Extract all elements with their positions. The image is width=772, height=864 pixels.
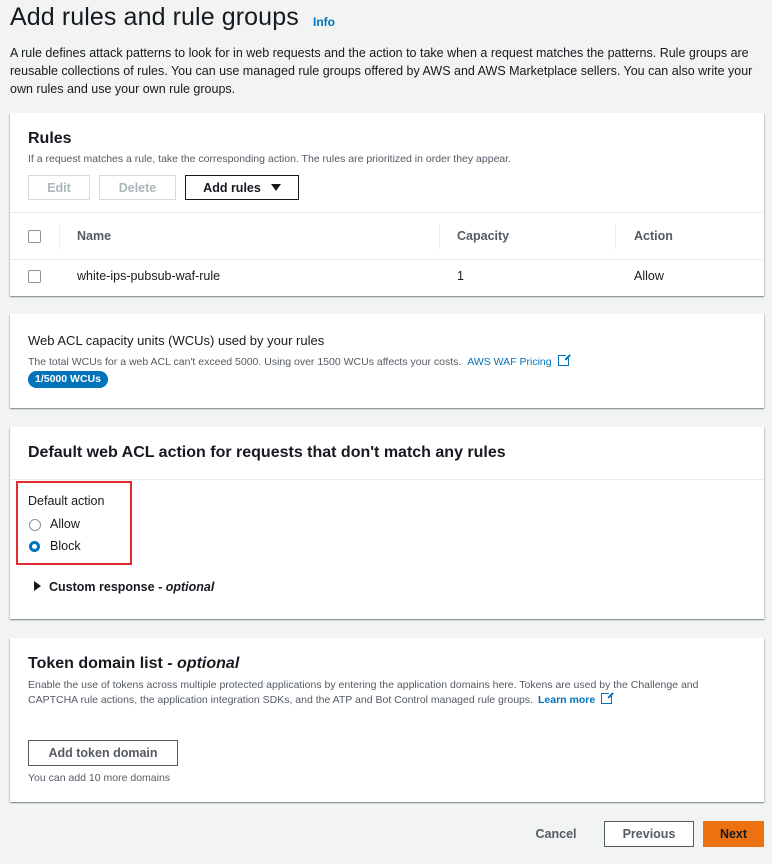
rules-panel: Rules If a request matches a rule, take … — [10, 113, 764, 296]
column-divider — [439, 225, 440, 249]
select-all-checkbox[interactable] — [28, 230, 41, 243]
column-action[interactable]: Action — [634, 229, 673, 243]
page-description: A rule defines attack patterns to look f… — [10, 46, 753, 96]
edit-button[interactable]: Edit — [28, 175, 90, 200]
wcu-description: The total WCUs for a web ACL can't excee… — [28, 353, 571, 368]
token-domain-title: Token domain list - optional — [28, 655, 239, 673]
custom-response-expander[interactable]: Custom response - optional — [34, 580, 214, 594]
previous-button[interactable]: Previous — [604, 821, 694, 847]
delete-button[interactable]: Delete — [99, 175, 176, 200]
add-token-domain-button[interactable]: Add token domain — [28, 740, 178, 766]
rule-capacity: 1 — [457, 269, 464, 283]
caret-right-icon — [34, 581, 41, 591]
rule-action: Allow — [634, 269, 664, 283]
column-divider — [615, 225, 616, 249]
next-button[interactable]: Next — [703, 821, 764, 847]
add-rules-button[interactable]: Add rules — [185, 175, 299, 200]
aws-waf-pricing-link[interactable]: AWS WAF Pricing — [467, 353, 571, 368]
learn-more-link[interactable]: Learn more — [538, 691, 615, 706]
column-divider — [59, 225, 60, 249]
highlight-box — [16, 481, 132, 565]
column-capacity[interactable]: Capacity — [457, 229, 509, 243]
row-checkbox[interactable] — [28, 270, 41, 283]
wcu-badge: 1/5000 WCUs — [28, 371, 108, 388]
rules-description: If a request matches a rule, take the co… — [28, 153, 512, 165]
pricing-link-label: AWS WAF Pricing — [467, 356, 552, 368]
wcu-title: Web ACL capacity units (WCUs) used by yo… — [28, 333, 325, 348]
table-row[interactable]: white-ips-pubsub-waf-rule 1 Allow — [10, 259, 764, 295]
rules-table-header: Name Capacity Action — [10, 212, 764, 260]
caret-down-icon — [270, 184, 281, 191]
token-hint: You can add 10 more domains — [28, 772, 171, 784]
add-rules-label: Add rules — [203, 180, 261, 195]
custom-response-label: Custom response — [49, 580, 155, 594]
rules-title: Rules — [28, 130, 72, 147]
token-title-text: Token domain list — [28, 655, 163, 672]
info-link[interactable]: Info — [313, 15, 335, 29]
page-title: Add rules and rule groups — [10, 3, 299, 31]
learn-more-label: Learn more — [538, 694, 596, 706]
rule-name: white-ips-pubsub-waf-rule — [77, 269, 221, 283]
optional-label: - optional — [154, 580, 215, 594]
panel-divider — [10, 479, 764, 480]
page: Add rules and rule groups Info A rule de… — [0, 0, 772, 864]
token-domain-panel: Token domain list - optional Enable the … — [10, 638, 764, 802]
external-link-icon — [557, 353, 571, 366]
wcu-description-text: The total WCUs for a web ACL can't excee… — [28, 356, 462, 368]
cancel-button[interactable]: Cancel — [522, 821, 590, 847]
column-name[interactable]: Name — [77, 229, 111, 243]
external-link-icon — [601, 691, 615, 704]
token-optional-label: - optional — [162, 655, 240, 672]
wcu-panel: Web ACL capacity units (WCUs) used by yo… — [10, 314, 764, 408]
token-description: Enable the use of tokens across multiple… — [28, 678, 748, 708]
default-action-title: Default web ACL action for requests that… — [28, 444, 506, 461]
